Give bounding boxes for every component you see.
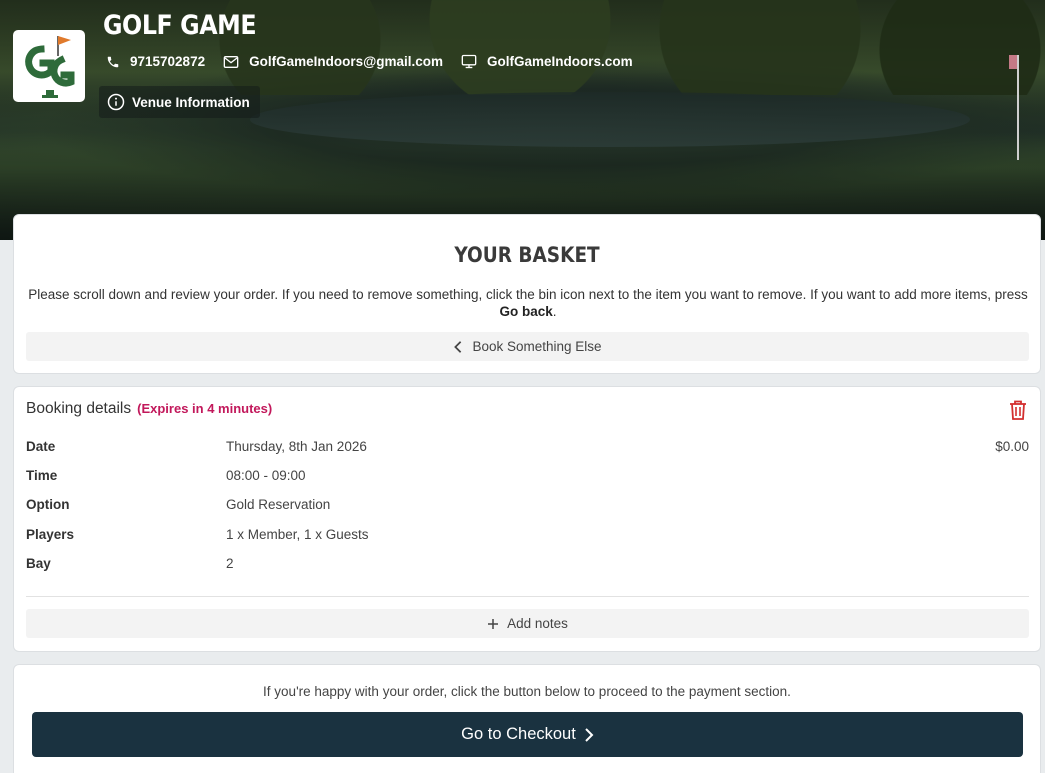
divider [26,596,1029,597]
detail-label: Bay [26,556,51,571]
plus-icon [488,618,499,629]
detail-row-bay: Bay 2 [26,556,1029,576]
phone-icon [107,56,119,67]
detail-label: Time [26,468,58,483]
detail-label: Date [26,439,56,454]
monitor-icon [461,54,477,69]
detail-value: 2 [226,556,234,571]
golf-flag-gg-logo-icon [25,36,75,98]
contact-row: 9715702872 GolfGameIndoors@gmail.com Gol… [106,54,651,69]
hero-flagpole [1009,55,1019,160]
detail-value: Thursday, 8th Jan 2026 [226,439,367,454]
detail-row-time: Time 08:00 - 09:00 [26,468,1029,488]
detail-value: Gold Reservation [226,497,331,512]
add-notes-button[interactable]: Add notes [26,609,1029,638]
phone-number: 9715702872 [130,54,206,69]
phone-link[interactable]: 9715702872 [106,54,205,69]
detail-row-option: Option Gold Reservation [26,497,1029,517]
bin-icon [1010,400,1026,420]
checkout-prompt: If you're happy with your order, click t… [263,684,791,699]
book-something-else-label: Book Something Else [472,339,602,354]
website-link[interactable]: GolfGameIndoors.com [461,54,633,69]
detail-value: 1 x Member, 1 x Guests [226,527,369,542]
basket-instructions-text: Please scroll down and review your order… [28,287,1028,302]
venue-information-button[interactable]: Venue Information [99,86,260,118]
chevron-left-icon [454,340,462,353]
book-something-else-button[interactable]: Book Something Else [26,332,1029,361]
detail-label: Players [26,527,75,542]
venue-title: GOLF GAME [103,10,257,41]
checkout-card: If you're happy with your order, click t… [13,664,1041,773]
hero-pond [250,92,970,147]
checkout-button-label: Go to Checkout [461,725,576,743]
booking-header: Booking details (Expires in 4 minutes) [26,400,272,418]
email-address: GolfGameIndoors@gmail.com [249,54,444,69]
go-back-emphasis: Go back [499,304,553,319]
chevron-right-icon [585,727,594,742]
expiry-notice: (Expires in 4 minutes) [137,401,273,416]
detail-label: Option [26,497,70,512]
basket-card: YOUR BASKET Please scroll down and revie… [13,214,1041,374]
website-url: GolfGameIndoors.com [487,54,633,69]
booking-heading: Booking details [26,400,132,417]
mail-icon [223,55,239,68]
remove-item-button[interactable] [1008,399,1028,426]
go-to-checkout-button[interactable]: Go to Checkout [32,712,1023,757]
email-link[interactable]: GolfGameIndoors@gmail.com [223,54,443,69]
basket-instructions: Please scroll down and review your order… [28,286,1028,320]
detail-value: 08:00 - 09:00 [226,468,306,483]
info-icon [107,93,125,111]
booking-details-card: Booking details (Expires in 4 minutes) D… [13,386,1041,652]
venue-logo [13,30,85,102]
booking-price: $0.00 [995,439,1029,454]
venue-information-label: Venue Information [132,94,250,110]
detail-row-date: Date Thursday, 8th Jan 2026 $0.00 [26,439,1029,459]
detail-row-players: Players 1 x Member, 1 x Guests [26,527,1029,547]
basket-title: YOUR BASKET [454,243,600,267]
basket-instructions-end: . [552,304,557,319]
add-notes-label: Add notes [507,616,568,631]
